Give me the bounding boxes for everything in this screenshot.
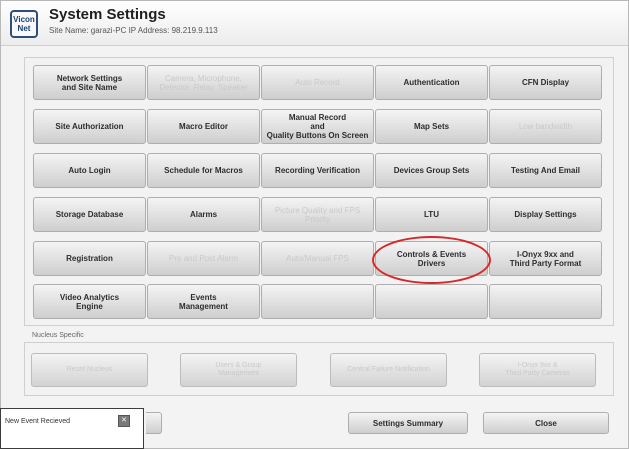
page-title: System Settings (49, 6, 166, 23)
alarms-button[interactable]: Alarms (147, 197, 260, 232)
site-authorization-button[interactable]: Site Authorization (33, 109, 146, 144)
storage-database-button[interactable]: Storage Database (33, 197, 146, 232)
testing-email-button[interactable]: Testing And Email (489, 153, 602, 188)
display-settings-button[interactable]: Display Settings (489, 197, 602, 232)
authentication-button[interactable]: Authentication (375, 65, 488, 100)
ltu-button[interactable]: LTU (375, 197, 488, 232)
central-failure-notification-button: Central Failure Notification (330, 353, 447, 387)
macro-editor-button[interactable]: Macro Editor (147, 109, 260, 144)
registration-button[interactable]: Registration (33, 241, 146, 276)
controls-events-drivers-button[interactable]: Controls & Events Drivers (375, 241, 488, 276)
header-bar: Vicon Net System Settings Site Name: gar… (1, 1, 628, 46)
camera-microphone-button: Camera, Microphone, Detector, Relay, Spe… (147, 65, 260, 100)
auto-login-button[interactable]: Auto Login (33, 153, 146, 188)
event-notification: New Event Recieved ✕ (0, 408, 144, 449)
close-button[interactable]: Close (483, 412, 609, 434)
close-icon[interactable]: ✕ (118, 415, 130, 427)
back-button[interactable] (146, 412, 162, 434)
schedule-macros-button[interactable]: Schedule for Macros (147, 153, 260, 188)
ionyx-third-party-cameras-button: I-Onyx 9xx & Third Party Cameras (479, 353, 596, 387)
reset-nucleus-button: Reset Nucleus (31, 353, 148, 387)
settings-summary-button[interactable]: Settings Summary (348, 412, 468, 434)
empty-slot-button (261, 284, 374, 319)
nucleus-section-label: Nucleus Specific (32, 332, 84, 339)
low-bandwidth-button: Low bandwidth (489, 109, 602, 144)
map-sets-button[interactable]: Map Sets (375, 109, 488, 144)
manual-record-button[interactable]: Manual Record and Quality Buttons On Scr… (261, 109, 374, 144)
users-group-management-button: Users & Group Management (180, 353, 297, 387)
network-settings-button[interactable]: Network Settings and Site Name (33, 65, 146, 100)
auto-record-button: Auto Record (261, 65, 374, 100)
notification-text: New Event Recieved (5, 418, 70, 425)
empty-slot-button (489, 284, 602, 319)
recording-verification-button[interactable]: Recording Verification (261, 153, 374, 188)
devices-group-sets-button[interactable]: Devices Group Sets (375, 153, 488, 188)
cfn-display-button[interactable]: CFN Display (489, 65, 602, 100)
picture-quality-button: Picture Quality and FPS Priority (261, 197, 374, 232)
empty-slot-button (375, 284, 488, 319)
vicon-logo: Vicon Net (10, 10, 38, 38)
auto-manual-fps-button: Auto/Manual FPS (261, 241, 374, 276)
ionyx-third-party-format-button[interactable]: I-Onyx 9xx and Third Party Format (489, 241, 602, 276)
video-analytics-button[interactable]: Video Analytics Engine (33, 284, 146, 319)
events-management-button[interactable]: Events Management (147, 284, 260, 319)
pre-post-alarm-button: Pre and Post Alarm (147, 241, 260, 276)
site-info: Site Name: garazi-PC IP Address: 98.219.… (49, 26, 218, 35)
